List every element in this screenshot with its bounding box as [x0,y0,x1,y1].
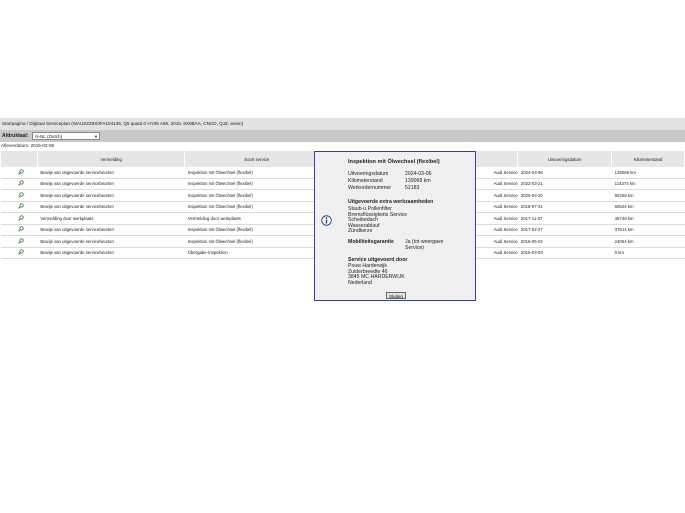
magnifier-icon[interactable] [18,169,24,175]
vermelding-cell: Bewijs van uitgevoerde servicebeurten [37,235,185,248]
vermelding-cell: Bewijs van uitgevoerde servicebeurten [37,201,185,213]
popup-field-label: Kilometerstand [348,178,383,184]
language-select[interactable]: nl-NL (Dutch) ▼ [32,131,100,140]
km-cell: 48749 km [611,212,685,225]
vermelding-cell: Vermelding door werkplaats [37,212,185,225]
language-bar: Afdruktaal: nl-NL (Dutch) ▼ [0,130,685,142]
date-cell: 2018-07-31 [517,201,612,213]
vermelding-cell: Bewijs van uitgevoerde servicebeurten [37,224,185,236]
date-cell: 2024-03-06 [517,167,612,179]
km-cell: 0 km [611,247,685,259]
magnifier-cell[interactable] [1,201,38,213]
delivery-date: Afleverdatum: 2015-03-06 [1,143,55,148]
column-header-icon [1,151,38,167]
popup-field-value: 139068 km [405,178,431,184]
close-button[interactable]: Sluiten [386,292,406,299]
extra-work-item: Zündkerze [348,228,373,234]
language-selected-value: nl-NL (Dutch) [35,133,63,139]
magnifier-cell[interactable] [1,224,38,236]
km-cell: 90258 km [611,189,685,202]
column-header-uitvoeringsdatum: Uitvoeringsdatum [517,151,613,167]
vermelding-cell: Bewijs van uitgevoerde servicebeurten [37,167,185,179]
km-cell: 37514 km [611,224,685,236]
magnifier-cell[interactable] [1,212,38,225]
popup-field-label: Werkordernummer [348,185,392,191]
magnifier-cell[interactable] [1,235,38,248]
popup-title: Inspektion mit Ölwechsel (flexibel) [348,159,440,165]
magnifier-cell[interactable] [1,189,38,202]
popup-field-value: 52183 [405,185,420,191]
popup-field-value: 2024-03-06 [405,171,432,177]
breadcrumb-bar: Startpagina / Digitaal Serviceplan (WAUZ… [0,118,685,130]
magnifier-cell[interactable] [1,167,38,179]
magnifier-icon[interactable] [18,180,24,186]
magnifier-cell[interactable] [1,247,38,259]
soort-service-cell: Übergabe-Inspektion [184,247,329,259]
vermelding-cell: Bewijs van uitgevoerde servicebeurten [37,189,185,202]
date-cell: 2015-03-03 [517,247,612,259]
km-cell: 139068 km [611,167,685,179]
magnifier-icon[interactable] [18,203,24,209]
magnifier-icon[interactable] [18,249,24,255]
chevron-down-icon: ▼ [94,133,98,139]
popup-field-label: Uitvoeringsdatum [348,171,389,177]
column-header-soort-service: Soort service [184,151,330,167]
soort-service-cell: Inspektion mit Ölwechsel (flexibel) [184,189,329,202]
column-header-vermelding: Vermelding [37,151,186,167]
magnifier-icon[interactable] [18,192,24,198]
soort-service-cell: Inspektion mit Ölwechsel (flexibel) [184,167,329,179]
soort-service-cell: Vermelding door werkplaats [184,212,329,225]
mobility-guarantee-value: Service) [405,244,425,251]
soort-service-cell: Inspektion mit Ölwechsel (flexibel) [184,235,329,248]
vermelding-cell: Bewijs van uitgevoerde servicebeurten [37,178,185,190]
column-header-kilometerstand: Kilometerstand [611,151,685,167]
mobility-guarantee-label: Mobiliteitsgarantie [348,239,394,245]
date-cell: 2022-03-21 [517,178,612,190]
service-by-line: Nederland [348,279,372,286]
soort-service-cell: Inspektion mit Ölwechsel (flexibel) [184,178,329,190]
breadcrumb: Startpagina / Digitaal Serviceplan (WAUZ… [2,121,244,126]
km-cell: 60524 km [611,201,685,213]
extra-work-heading: Uitgevoerde extra werkzaamheden [348,199,434,205]
km-cell: 114374 km [611,178,685,190]
vermelding-cell: Bewijs van uitgevoerde servicebeurten [37,247,185,259]
date-cell: 2020-03-20 [517,189,612,202]
date-cell: 2016-05-02 [517,235,612,248]
date-cell: 2017-02-27 [517,224,612,236]
magnifier-cell[interactable] [1,178,38,190]
soort-service-cell: Inspektion mit Ölwechsel (flexibel) [184,224,329,236]
magnifier-icon[interactable] [18,226,24,232]
magnifier-icon[interactable] [18,215,24,221]
info-icon [321,215,332,226]
soort-service-cell: Inspektion mit Ölwechsel (flexibel) [184,201,329,213]
language-label: Afdruktaal: [2,133,29,139]
service-detail-popup: Inspektion mit Ölwechsel (flexibel) Uitv… [314,151,476,301]
magnifier-icon[interactable] [18,238,24,244]
km-cell: 24064 km [611,235,685,248]
date-cell: 2017-11-07 [517,212,612,225]
